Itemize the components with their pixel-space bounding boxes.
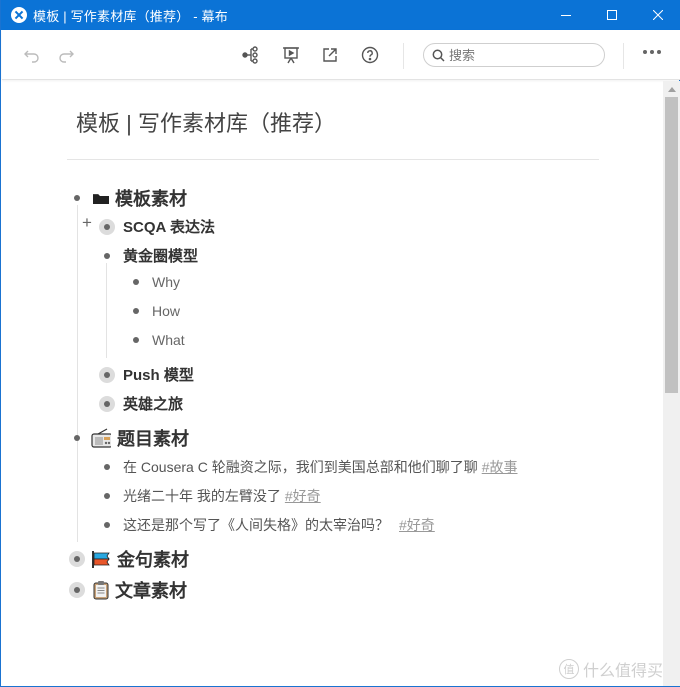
more-button[interactable] (643, 50, 661, 54)
indent-guide (77, 205, 78, 542)
watermark-text: 什么值得买 (583, 663, 664, 680)
collapsed-bullet[interactable] (99, 395, 115, 412)
node-text[interactable]: What (152, 332, 185, 348)
node-text[interactable]: 金句素材 (117, 546, 189, 572)
outline-node[interactable]: Why (128, 274, 180, 290)
node-text[interactable]: 文章素材 (115, 577, 187, 603)
node-text[interactable]: 在 Cousera C 轮融资之际，我们到美国总部和他们聊了聊 (123, 457, 478, 477)
search-box[interactable] (423, 43, 605, 67)
redo-icon (59, 50, 74, 63)
node-text[interactable]: 模板素材 (115, 185, 187, 211)
minimize-icon (561, 15, 571, 16)
node-text[interactable]: Why (152, 274, 180, 290)
node-text[interactable]: Push 模型 (123, 364, 194, 385)
tag-link[interactable]: #故事 (482, 457, 518, 477)
watermark-badge: 值 (559, 659, 579, 679)
node-text[interactable]: 黄金圈模型 (123, 245, 198, 266)
outline-node[interactable]: 文章素材 (69, 577, 187, 603)
outline-node[interactable]: 这还是那个写了《人间失格》的太宰治吗？ #好奇 (99, 515, 435, 535)
collapsed-bullet[interactable] (99, 218, 115, 235)
clipboard-icon (91, 580, 111, 600)
close-icon (653, 10, 663, 20)
node-text[interactable]: 这还是那个写了《人间失格》的太宰治吗？ (123, 515, 389, 535)
app-window: 模板 | 写作素材库（推荐） - 幕布 搜索 模板 | 写作素材库（推荐） 模板… (0, 0, 680, 687)
collapsed-bullet[interactable] (69, 582, 85, 598)
presentation-icon (283, 47, 299, 64)
outline-node[interactable]: 在 Cousera C 轮融资之际，我们到美国总部和他们聊了聊 #故事 (99, 457, 518, 477)
presentation-button[interactable] (281, 45, 301, 65)
export-button[interactable] (320, 45, 340, 65)
bullet[interactable] (69, 190, 85, 206)
search-input[interactable] (449, 47, 589, 63)
search-icon (432, 49, 445, 62)
undo-icon (24, 50, 39, 63)
expand-plus-icon[interactable]: + (82, 213, 92, 233)
collapsed-bullet[interactable] (99, 366, 115, 383)
outline-node[interactable]: 英雄之旅 (99, 393, 183, 414)
outline-node[interactable]: 题目素材 (69, 425, 189, 451)
toolbar (2, 30, 680, 80)
scroll-up-arrow-icon[interactable] (663, 81, 680, 97)
tag-link[interactable]: #好奇 (399, 515, 435, 535)
outline-node[interactable]: How (128, 303, 180, 319)
bullet[interactable] (99, 248, 115, 264)
undo-button[interactable] (22, 45, 42, 65)
toolbar-divider (623, 43, 624, 69)
bullet[interactable] (128, 332, 144, 348)
collapsed-bullet[interactable] (69, 551, 85, 567)
node-text[interactable]: 英雄之旅 (123, 393, 183, 414)
maximize-icon (607, 10, 617, 20)
vertical-scrollbar[interactable] (663, 81, 680, 686)
node-text[interactable]: 光绪二十年 我的左臂没了 (123, 486, 281, 506)
outline-node[interactable]: What (128, 332, 185, 348)
window-controls (543, 0, 680, 30)
bullet[interactable] (99, 517, 115, 533)
outline-node[interactable]: 光绪二十年 我的左臂没了 #好奇 (99, 486, 321, 506)
outline-node[interactable]: SCQA 表达法 (99, 216, 215, 237)
tag-link[interactable]: #好奇 (285, 486, 321, 506)
minimize-button[interactable] (543, 0, 589, 30)
scroll-thumb[interactable] (665, 97, 678, 393)
help-button[interactable] (360, 45, 380, 65)
outline-node[interactable]: Push 模型 (99, 364, 194, 385)
node-text[interactable]: How (152, 303, 180, 319)
indent-guide (106, 263, 107, 358)
node-text[interactable]: 题目素材 (117, 425, 189, 451)
outline-node[interactable]: 黄金圈模型 (99, 245, 198, 266)
outline-node[interactable]: 金句素材 (69, 546, 189, 572)
document-title[interactable]: 模板 | 写作素材库（推荐） (76, 106, 336, 138)
close-button[interactable] (635, 0, 680, 30)
mindmap-button[interactable] (241, 45, 261, 65)
outline-node[interactable]: 模板素材 (69, 185, 187, 211)
bullet[interactable] (99, 459, 115, 475)
mindmap-icon (242, 46, 258, 64)
maximize-button[interactable] (589, 0, 635, 30)
redo-button[interactable] (56, 45, 76, 65)
watermark: 值 什么值得买 (559, 657, 663, 681)
export-icon (323, 48, 337, 62)
title-bar: 模板 | 写作素材库（推荐） - 幕布 (1, 0, 680, 30)
title-divider (67, 159, 599, 160)
folder-icon (91, 188, 111, 208)
radio-icon (91, 428, 111, 448)
help-icon (361, 46, 379, 64)
app-logo-icon (11, 7, 27, 23)
bullet[interactable] (99, 488, 115, 504)
document-area: 模板 | 写作素材库（推荐） 模板素材 + SCQA 表达法 黄金圈模型 Why (2, 81, 663, 686)
more-icon (643, 50, 647, 54)
node-text[interactable]: SCQA 表达法 (123, 216, 215, 237)
toolbar-divider (403, 43, 404, 69)
bullet[interactable] (128, 303, 144, 319)
carp-streamer-icon (91, 549, 111, 569)
bullet[interactable] (128, 274, 144, 290)
bullet[interactable] (69, 430, 85, 446)
window-title: 模板 | 写作素材库（推荐） - 幕布 (33, 8, 228, 24)
